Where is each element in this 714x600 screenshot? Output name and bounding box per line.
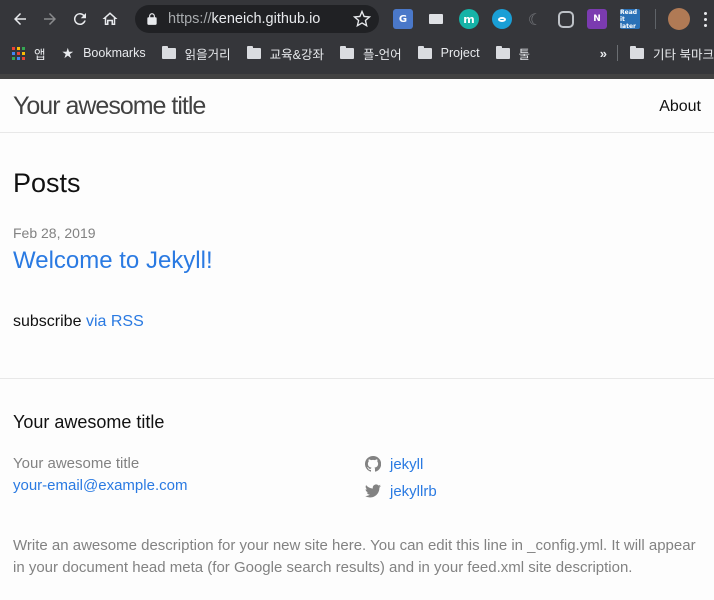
bookmark-apps[interactable]: 앱 [12,44,46,63]
bookmark-label: 교육&강좌 [269,47,324,62]
apps-grid-icon [12,46,25,60]
nav-about-link[interactable]: About [659,98,701,116]
social-twitter: jekyllrb [365,480,437,502]
web-page: Your awesome title About Posts Feb 28, 2… [0,74,714,600]
bookmark-label: Project [440,46,480,60]
social-github: jekyll [365,453,437,475]
address-bar[interactable]: https://keneich.github.io [135,5,379,33]
footer-heading: Your awesome title [13,412,165,432]
dark-mode-moon-icon[interactable]: ☾ [525,9,545,29]
bookmark-label: 플-언어 [362,47,402,62]
folder-icon [495,45,510,59]
url-text: https://keneich.github.io [168,11,353,27]
bookmark-label: 툴 [518,47,531,62]
arrow-right-icon [44,13,56,25]
home-icon [102,12,118,25]
arrow-left-icon [14,13,26,25]
bookmark-folder[interactable]: 교육&강좌 [246,44,324,63]
url-scheme: https:// [168,11,212,27]
browser-toolbar: https://keneich.github.io G m ☾ N Read i… [0,0,714,38]
main-content: Posts Feb 28, 2019 Welcome to Jekyll! su… [0,133,714,379]
bookmarks-bar: 앱 ★ Bookmarks 읽을거리 교육&강좌 플-언어 Project 툴 … [0,38,714,68]
github-link[interactable]: jekyll [390,456,423,473]
reload-button[interactable] [65,4,95,34]
folder-icon [161,45,176,59]
folder-icon [417,45,432,59]
home-button[interactable] [95,4,125,34]
other-bookmarks-folder[interactable]: 기타 북마크 [630,44,714,63]
bookmark-folder[interactable]: 툴 [495,44,531,63]
folder-icon [630,45,645,59]
bookmark-star-icon[interactable] [353,10,371,28]
site-footer: Your awesome title Your awesome title yo… [0,379,714,599]
browser-menu-icon[interactable] [704,11,708,27]
eye-extension-icon[interactable] [492,9,512,29]
bookmark-folder[interactable]: 읽을거리 [161,44,231,63]
twitter-link[interactable]: jekyllrb [390,483,437,500]
forward-button[interactable] [35,4,65,34]
footer-contact: Your awesome title your-email@example.co… [13,453,187,497]
other-bookmarks-label: 기타 북마크 [653,47,714,62]
back-button[interactable] [5,4,35,34]
folder-icon [339,45,354,59]
bookmarks-divider [617,45,619,61]
github-icon [365,456,381,472]
bookmark-apps-label: 앱 [34,47,46,62]
lightbulb-extension-icon[interactable] [558,10,574,28]
bookmark-folder[interactable]: 플-언어 [339,44,402,63]
bookmark-label: Bookmarks [83,46,146,60]
bookmark-label: 읽을거리 [184,47,231,62]
post-date: Feb 28, 2019 [13,225,96,241]
site-header: Your awesome title About [0,74,714,133]
lock-icon [147,13,157,25]
read-later-icon[interactable]: Read it later [620,9,640,30]
bookmarks-overflow-button[interactable]: » [600,46,607,61]
rss-subscribe: subscribe via RSS [13,313,144,331]
toolbar-divider [655,9,656,29]
posts-heading: Posts [13,168,81,198]
extensions-area: G m ☾ N Read it later [393,8,708,30]
onenote-clipper-icon[interactable]: N [587,9,607,29]
profile-avatar[interactable] [668,8,690,30]
url-host: keneich.github.io [211,11,321,27]
post-title-link[interactable]: Welcome to Jekyll! [13,247,213,275]
star-icon: ★ [61,44,75,61]
folder-icon [246,45,261,59]
footer-social: jekyll jekyllrb [365,453,437,507]
bookmark-folder[interactable]: Project [417,45,480,60]
mercury-reader-icon[interactable]: m [459,9,479,29]
footer-email-link[interactable]: your-email@example.com [13,475,187,497]
rss-prefix: subscribe [13,313,82,330]
rss-link[interactable]: via RSS [86,313,144,330]
reload-icon [73,13,86,26]
google-translate-icon[interactable]: G [393,9,413,29]
footer-site-name: Your awesome title [13,455,140,472]
footer-description: Write an awesome description for your ne… [13,537,696,576]
screen-capture-icon[interactable] [426,9,446,29]
twitter-icon [365,484,381,498]
bookmark-item[interactable]: ★ Bookmarks [62,45,146,62]
site-title-link[interactable]: Your awesome title [13,92,206,121]
